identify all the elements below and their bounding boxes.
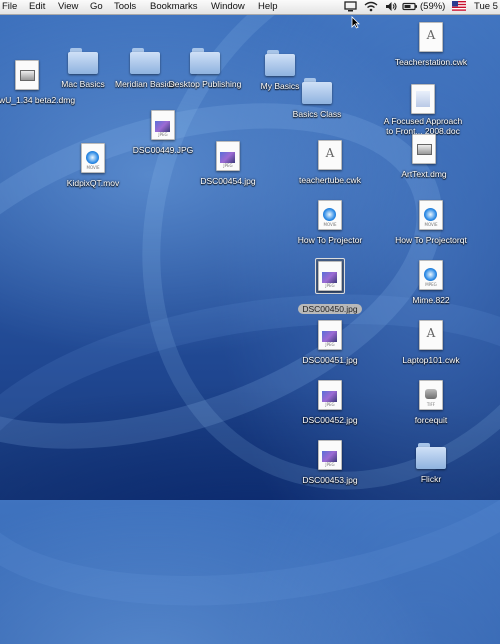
movie-file-icon: MOVIE [81,143,105,173]
desktop-icon-mime-822[interactable]: MPEG Mime.822 [386,260,476,308]
mouse-pointer-icon [351,16,360,29]
icon-label: KidpixQT.mov [66,178,120,188]
folder-icon [302,78,332,104]
icon-label: DSC00454.jpg [200,176,256,186]
menu-go[interactable]: Go [90,1,103,12]
icon-label: teachertube.cwk [299,175,361,185]
jpeg-file-icon: JPEG [151,110,175,140]
icon-label: iShowU_1.34 beta2.dmg [0,95,76,105]
desktop-icon-dsc00451[interactable]: JPEG DSC00451.jpg [285,320,375,368]
icon-label: DSC00451.jpg [302,355,358,365]
disk-image-icon [412,134,436,164]
desktop-icon-forcequit[interactable]: TIFF forcequit [386,380,476,428]
icon-label: Laptop101.cwk [402,355,460,365]
desktop-icon-focused-approach-doc[interactable]: A Focused Approach to Front... 2008.doc [378,84,468,139]
battery-percent[interactable]: (59%) [420,1,445,12]
jpeg-file-icon: JPEG [318,440,342,470]
folder-icon [190,48,220,74]
desktop-icon-flickr[interactable]: Flickr [386,443,476,487]
desktop-icon-dsc00450[interactable]: JPEG DSC00450.jpg [285,258,375,317]
clock[interactable]: Tue 5 [474,1,498,12]
icon-label: DSC00452.jpg [302,415,358,425]
appleworks-file-icon: A [318,140,342,170]
folder-icon [265,50,295,76]
folder-icon [130,48,160,74]
desktop-icon-laptop101-cwk[interactable]: A Laptop101.cwk [386,320,476,368]
menu-file[interactable]: File [2,1,17,12]
folder-icon [68,48,98,74]
menu-bar: File Edit View Go Tools Bookmarks Window… [0,0,500,15]
desktop-icon-dsc00453[interactable]: JPEG DSC00453.jpg [285,440,375,488]
icon-label: forcequit [414,415,448,425]
icon-label: Mac Basics [61,79,105,89]
desktop-icon-arttext-dmg[interactable]: ArtText.dmg [379,134,469,182]
mpeg-file-icon: MPEG [419,260,443,290]
word-document-icon [411,84,435,114]
icon-label: DSC00450.jpg [298,304,362,314]
icon-label: Mime.822 [412,295,450,305]
movie-file-icon: MOVIE [318,200,342,230]
desktop-icon-how-to-projector[interactable]: MOVIE How To Projector [285,200,375,248]
display-icon[interactable] [344,1,357,12]
desktop-icon-how-to-projectorqt[interactable]: MOVIE How To Projectorqt [386,200,476,248]
desktop-icon-teachertube-cwk[interactable]: A teachertube.cwk [285,140,375,188]
icon-label: ArtText.dmg [401,169,447,179]
menu-edit[interactable]: Edit [29,1,45,12]
jpeg-file-icon: JPEG [318,320,342,350]
menu-help[interactable]: Help [258,1,278,12]
icon-label: Teacherstation.cwk [394,57,468,67]
desktop-icon-teacherstation-cwk[interactable]: A Teacherstation.cwk [386,22,476,70]
desktop-icon-dsc00452[interactable]: JPEG DSC00452.jpg [285,380,375,428]
desktop-icon-kidpixqt-mov[interactable]: MOVIE KidpixQT.mov [48,143,138,191]
jpeg-file-icon: JPEG [318,380,342,410]
movie-file-icon: MOVIE [419,200,443,230]
menu-bookmarks[interactable]: Bookmarks [150,1,198,12]
wifi-icon[interactable] [364,1,378,12]
desktop-icon-basics-class[interactable]: Basics Class [272,78,362,122]
disk-image-icon [15,60,39,90]
desktop-icon-dsc00454[interactable]: JPEG DSC00454.jpg [183,141,273,189]
appleworks-file-icon: A [419,320,443,350]
icon-label: Flickr [420,474,442,484]
icon-label: A Focused Approach to Front... 2008.doc [383,116,463,136]
icon-label: How To Projectorqt [395,235,467,245]
tiff-file-icon: TIFF [419,380,443,410]
menu-view[interactable]: View [58,1,78,12]
icon-label: How To Projector [297,235,363,245]
volume-icon[interactable] [385,1,398,12]
menu-tools[interactable]: Tools [114,1,136,12]
jpeg-file-icon: JPEG [216,141,240,171]
jpeg-file-icon: JPEG [318,261,342,291]
folder-icon [416,443,446,469]
appleworks-file-icon: A [419,22,443,52]
menu-window[interactable]: Window [211,1,245,12]
battery-icon[interactable] [402,1,418,12]
icon-label: Basics Class [292,109,342,119]
selection-highlight: JPEG [315,258,345,294]
us-flag-icon[interactable] [452,1,466,12]
icon-label: DSC00453.jpg [302,475,358,485]
icon-label: Desktop Publishing [168,79,242,89]
